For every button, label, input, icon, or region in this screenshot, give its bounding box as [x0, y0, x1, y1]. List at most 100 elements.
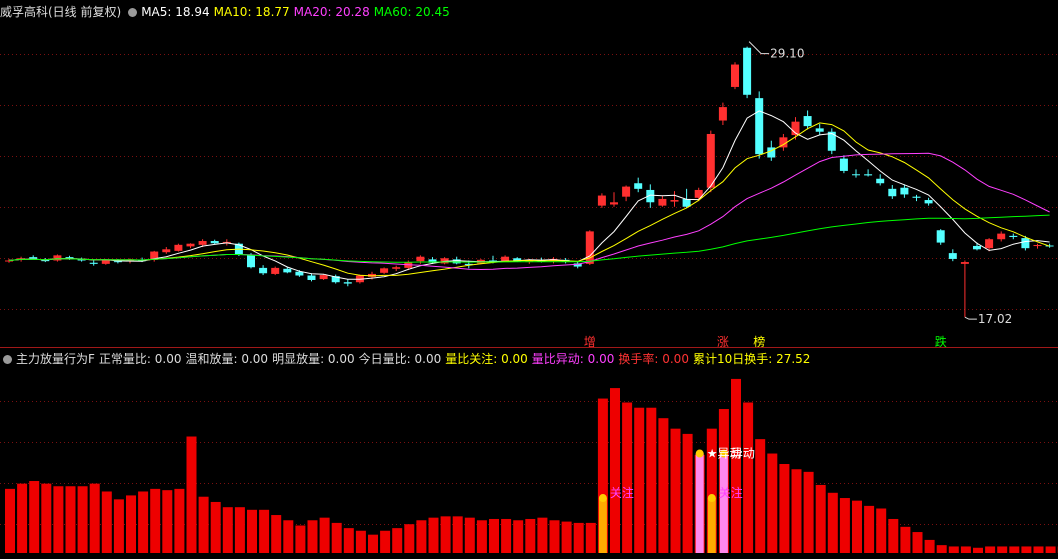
candle-body: [815, 128, 824, 132]
volume-bar: [924, 539, 935, 553]
candle: [864, 169, 873, 177]
candle: [997, 231, 1006, 242]
candle: [610, 192, 618, 207]
candle: [670, 191, 679, 207]
signal-marker: 涨: [717, 334, 729, 349]
volume-bar: [368, 534, 378, 553]
volume-bar: [29, 481, 40, 553]
volume-bar: [549, 520, 560, 553]
candle: [162, 247, 171, 254]
candle-body: [29, 257, 38, 259]
volume-bar: [561, 521, 572, 553]
candle: [743, 46, 752, 99]
candle: [392, 265, 401, 272]
volume-bar: [234, 507, 245, 553]
low-pointer: [964, 316, 977, 320]
candle-body: [900, 187, 909, 195]
volume-bar: [259, 509, 270, 553]
focus-bar: [707, 498, 716, 553]
volume-bar: [852, 500, 862, 553]
volume-bar: [900, 526, 911, 553]
volume-bar: [755, 439, 766, 553]
candle-body: [731, 64, 739, 87]
candle-body: [803, 116, 812, 127]
signal-marker: 榜: [753, 334, 765, 349]
volume-bar: [912, 532, 923, 553]
candle-body: [343, 282, 352, 284]
anomaly-bar: [695, 453, 704, 553]
volume-bar: [138, 491, 149, 553]
candle: [960, 260, 969, 318]
volume-bar: [827, 492, 838, 553]
anomaly-bar: [719, 453, 728, 553]
candle-body: [89, 262, 98, 264]
volume-bar: [41, 483, 52, 553]
candle: [53, 254, 62, 262]
volume-bar: [416, 520, 427, 553]
candle: [888, 185, 897, 199]
candle: [622, 185, 631, 202]
candle-body: [1033, 245, 1042, 247]
volume-bar: [283, 520, 294, 553]
candle-body: [210, 241, 219, 244]
volume-bar: [65, 486, 76, 553]
volume-label: 关注: [719, 485, 743, 500]
candle: [803, 110, 812, 130]
volume-bar: [186, 436, 197, 553]
stock-chart[interactable]: 关注 关注★异动异动 29.1017.02增涨榜跌: [0, 0, 1058, 559]
volume-bar: [803, 471, 814, 553]
candle: [1033, 243, 1042, 249]
candle-body: [271, 267, 280, 274]
ma-line-MA10: [8, 122, 1050, 277]
volume-bar: [174, 488, 185, 553]
candle-body: [416, 256, 425, 262]
volume-bar: [985, 546, 996, 553]
volume-bar: [670, 428, 681, 553]
candle-body: [283, 268, 292, 273]
candle: [852, 169, 860, 178]
candle: [924, 197, 933, 206]
volume-bar: [489, 518, 499, 553]
volume-bar: [610, 388, 620, 553]
volume-bar: [1009, 546, 1020, 553]
volume-bar: [634, 407, 645, 553]
candle: [210, 239, 219, 245]
volume-bar: [731, 378, 741, 553]
volume-bar: [658, 418, 669, 553]
candle-body: [912, 196, 921, 198]
candle-body: [53, 255, 62, 261]
candle: [380, 267, 389, 274]
volume-bar: [537, 517, 548, 553]
volume-bar: [1021, 546, 1032, 553]
volume-bar: [380, 530, 391, 553]
volume-bar: [1033, 546, 1044, 553]
candle-body: [1021, 238, 1030, 249]
candle: [416, 255, 425, 264]
candle-body: [985, 239, 994, 249]
candle-body: [597, 195, 606, 206]
candle-body: [876, 178, 885, 184]
candle-body: [622, 186, 631, 197]
volume-bar: [513, 520, 524, 553]
volume-bar: [1045, 546, 1056, 553]
candle: [174, 243, 183, 252]
candle-body: [174, 244, 183, 251]
signal-marker: 增: [584, 335, 596, 349]
candle: [658, 195, 667, 207]
volume-bar: [839, 498, 850, 553]
candle: [307, 273, 316, 282]
grid-lines: [0, 54, 1058, 525]
volume-bar: [525, 518, 536, 553]
volume-bar: [501, 518, 512, 553]
candle-body: [960, 262, 969, 264]
candle: [634, 177, 643, 193]
volume-bar: [948, 546, 959, 553]
candle: [827, 128, 836, 155]
volume-bar: [77, 486, 88, 553]
high-price-label: 29.10: [770, 47, 804, 61]
candle: [1009, 233, 1018, 240]
volume-bar: [997, 546, 1008, 553]
candle: [186, 243, 195, 249]
candle: [876, 174, 885, 186]
volume-bar: [888, 518, 899, 553]
